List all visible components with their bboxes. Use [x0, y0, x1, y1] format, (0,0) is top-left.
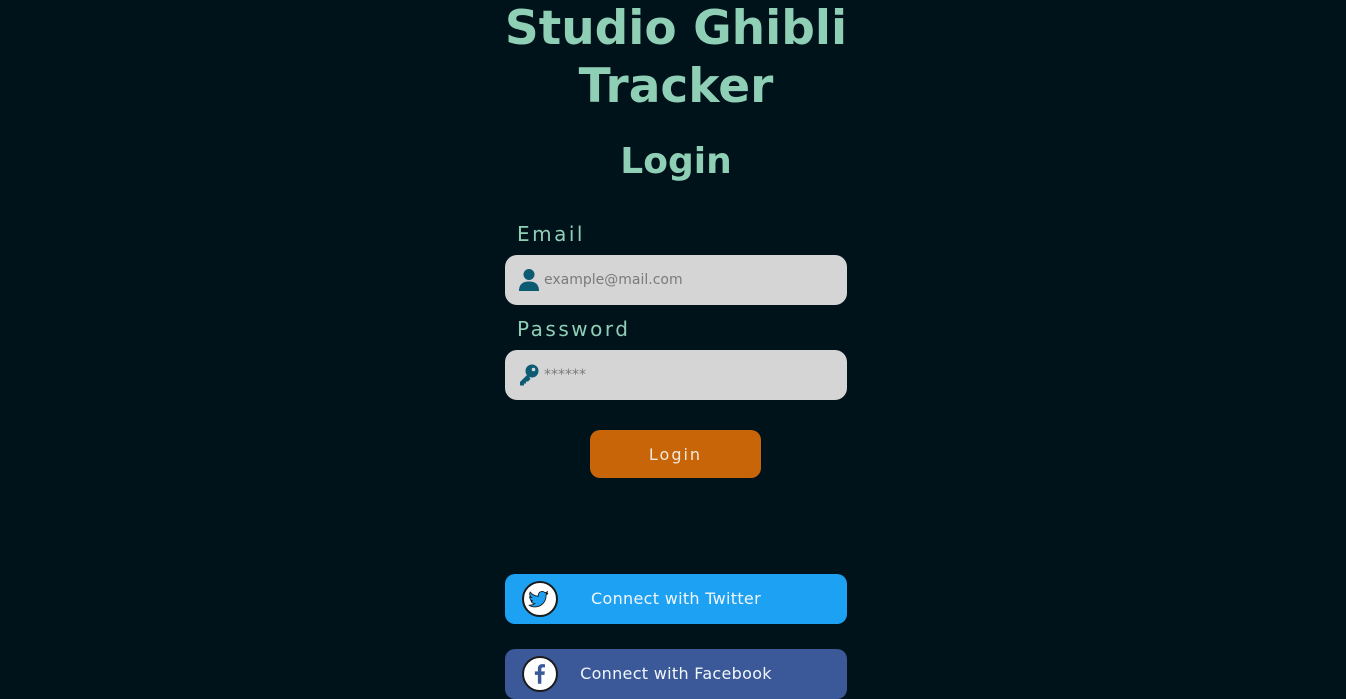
login-heading: Login [620, 141, 732, 182]
password-field-wrapper[interactable] [505, 350, 847, 400]
password-label: Password [517, 317, 631, 341]
key-icon [520, 364, 539, 386]
email-label: Email [517, 222, 585, 246]
email-input[interactable] [544, 255, 839, 305]
connect-facebook-label: Connect with Facebook [580, 664, 772, 683]
app-title: Studio Ghibli Tracker [465, 0, 887, 116]
connect-facebook-button[interactable]: Connect with Facebook [505, 649, 847, 699]
login-page: Studio Ghibli Tracker Login Email Passwo… [505, 0, 847, 699]
email-field-wrapper[interactable] [505, 255, 847, 305]
login-button[interactable]: Login [590, 430, 761, 478]
connect-twitter-button[interactable]: Connect with Twitter [505, 574, 847, 624]
app-title-line-2: Tracker [578, 59, 774, 114]
app-title-line-1: Studio Ghibli [504, 1, 848, 56]
connect-twitter-label: Connect with Twitter [591, 589, 761, 608]
password-input[interactable] [544, 350, 839, 400]
user-icon [519, 269, 539, 291]
